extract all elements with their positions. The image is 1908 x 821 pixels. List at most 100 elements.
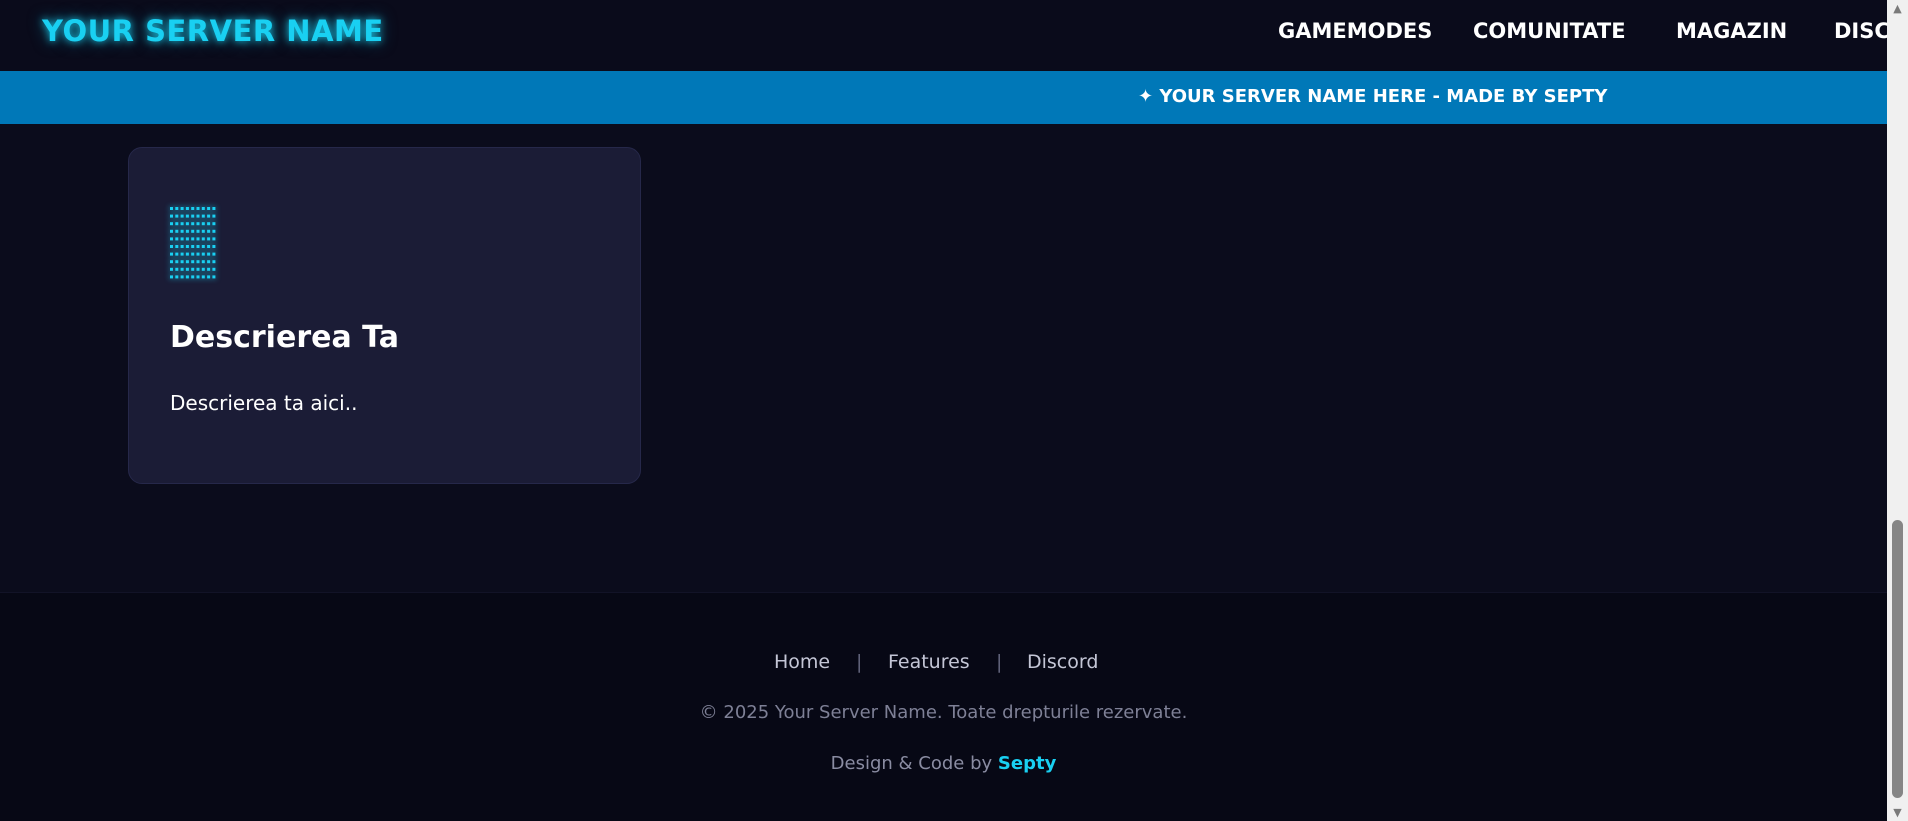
scroll-down-arrow-icon[interactable]: ▼ (1887, 804, 1908, 821)
icon-dot (180, 260, 184, 264)
site-footer: Home | Features | Discord © 2025 Your Se… (0, 592, 1887, 821)
icon-dot (207, 214, 211, 218)
icon-dot (212, 207, 216, 210)
icon-dot (196, 275, 200, 279)
icon-dot (175, 222, 179, 226)
icon-dot (180, 252, 184, 256)
footer-separator: | (856, 651, 863, 673)
icon-dot (185, 237, 189, 241)
icon-dot (180, 275, 184, 279)
icon-dot (191, 237, 195, 241)
icon-dot (207, 252, 211, 256)
icon-dot (175, 267, 179, 271)
icon-dot (191, 207, 195, 210)
icon-dot (212, 260, 216, 264)
icon-dot (175, 245, 179, 248)
icon-dot (175, 237, 179, 241)
icon-dot (207, 260, 211, 264)
icon-dot (191, 222, 195, 226)
nav-discord[interactable]: DISCORD (1834, 19, 1887, 43)
icon-dot (170, 245, 173, 248)
icon-dot (191, 267, 195, 271)
nav-comunitate[interactable]: COMUNITATE (1473, 19, 1626, 43)
icon-dot (196, 245, 200, 248)
icon-dot (180, 245, 184, 248)
icon-dot (201, 222, 205, 226)
footer-link-home[interactable]: Home (774, 651, 830, 673)
icon-dot (185, 229, 189, 233)
icon-dot (180, 214, 184, 218)
icon-dot (212, 237, 216, 241)
icon-dot (201, 245, 205, 248)
icon-dot (207, 275, 211, 279)
icon-dot (185, 260, 189, 264)
icon-dot (175, 260, 179, 264)
page: YOUR SERVER NAME GAMEMODES COMUNITATE MA… (0, 0, 1908, 821)
icon-dot (212, 267, 216, 271)
icon-dot (170, 237, 173, 241)
icon-dot (212, 252, 216, 256)
scrollbar-thumb[interactable] (1892, 520, 1903, 798)
icon-dot (191, 252, 195, 256)
icon-dot (170, 267, 173, 271)
icon-dot (196, 214, 200, 218)
icon-dot (201, 252, 205, 256)
icon-dot (212, 222, 216, 226)
scroll-up-arrow-icon[interactable]: ▲ (1887, 0, 1908, 17)
icon-dot (207, 237, 211, 241)
icon-dot (175, 214, 179, 218)
icon-dot (196, 252, 200, 256)
icon-dot (191, 260, 195, 264)
banner-text: ✦ YOUR SERVER NAME HERE - MADE BY SEPTY (1138, 86, 1608, 107)
icon-dot (175, 207, 179, 210)
nav-magazin[interactable]: MAGAZIN (1676, 19, 1787, 43)
credits-prefix: Design & Code by (830, 753, 998, 774)
icon-dot (196, 260, 200, 264)
icon-dot (170, 222, 173, 226)
icon-dot (175, 229, 179, 233)
icon-dot (212, 214, 216, 218)
icon-dot (170, 207, 173, 210)
icon-dot (201, 275, 205, 279)
icon-dot (201, 260, 205, 264)
vertical-scrollbar[interactable]: ▲ ▼ (1887, 0, 1908, 821)
icon-dot (196, 267, 200, 271)
nav-gamemodes[interactable]: GAMEMODES (1278, 19, 1432, 43)
icon-dot (207, 267, 211, 271)
icon-dot (207, 207, 211, 210)
copyright-text: © 2025 Your Server Name. Toate drepturil… (699, 702, 1188, 723)
icon-dot (185, 275, 189, 279)
icon-dot (180, 237, 184, 241)
footer-separator: | (996, 651, 1003, 673)
icon-dot (170, 260, 173, 264)
icon-dot (170, 252, 173, 256)
icon-dot (170, 229, 173, 233)
icon-dot (201, 214, 205, 218)
footer-link-features[interactable]: Features (888, 651, 970, 673)
icon-dot (185, 207, 189, 210)
icon-dot (201, 237, 205, 241)
server-dots-icon (170, 207, 216, 279)
icon-dot (207, 229, 211, 233)
icon-dot (180, 229, 184, 233)
credits-author-link[interactable]: Septy (998, 753, 1056, 774)
icon-dot (185, 245, 189, 248)
icon-dot (191, 214, 195, 218)
card-title: Descrierea Ta (170, 320, 399, 355)
announcement-banner: ✦ YOUR SERVER NAME HERE - MADE BY SEPTY (0, 71, 1887, 124)
icon-dot (175, 252, 179, 256)
credits-text: Design & Code by Septy (0, 753, 1887, 774)
icon-dot (196, 222, 200, 226)
icon-dot (170, 275, 173, 279)
icon-dot (185, 252, 189, 256)
icon-dot (201, 229, 205, 233)
icon-dot (170, 214, 173, 218)
feature-card: Descrierea Ta Descrierea ta aici.. (128, 147, 641, 484)
footer-links: Home | Features | Discord (0, 651, 1887, 681)
icon-dot (196, 237, 200, 241)
main-nav: GAMEMODES COMUNITATE MAGAZIN DISCORD (0, 0, 1887, 71)
icon-dot (180, 267, 184, 271)
icon-dot (201, 207, 205, 210)
icon-dot (191, 245, 195, 248)
footer-link-discord[interactable]: Discord (1027, 651, 1098, 673)
